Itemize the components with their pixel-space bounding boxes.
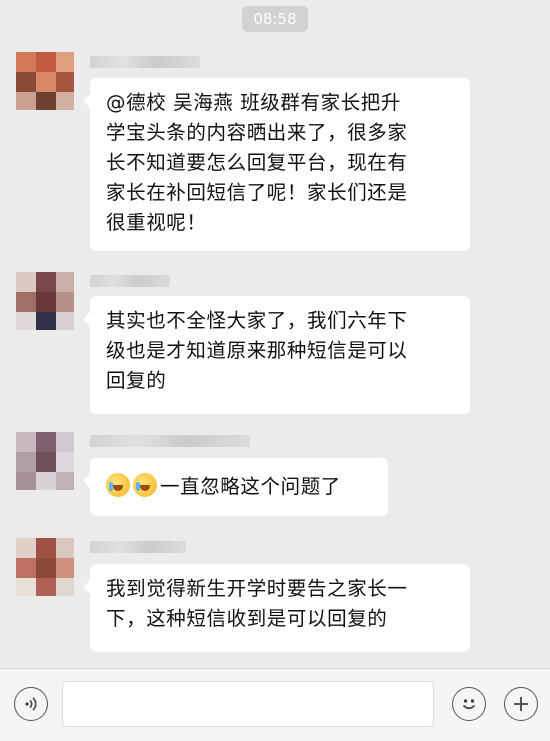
crying-laughing-emoji-icon: [133, 473, 157, 497]
message-input[interactable]: [62, 681, 434, 727]
message-line: 我到觉得新生开学时要告之家长一: [106, 577, 408, 600]
sender-name-blurred: [90, 275, 170, 287]
message-bubble[interactable]: 一直忽略这个问题了: [83, 458, 388, 516]
sender-name-blurred: [90, 56, 200, 68]
message-line: 学宝头条的内容晒出来了，很多家: [106, 121, 408, 144]
message-text: 一直忽略这个问题了: [160, 475, 341, 498]
sender-name-blurred: [90, 435, 250, 447]
message-line: 其实也不全怪大家了，我们六年下: [106, 309, 408, 332]
message-line: @德校 吴海燕 班级群有家长把升: [106, 91, 401, 114]
smiley-icon[interactable]: [452, 687, 486, 721]
avatar[interactable]: [16, 432, 74, 490]
message-line: 回复的: [106, 369, 167, 392]
voice-icon[interactable]: [14, 687, 48, 721]
message-line: 下，这种短信收到是可以回复的: [106, 607, 388, 630]
message-line: 级也是才知道原来那种短信是可以: [106, 339, 408, 362]
timestamp-badge: 08:58: [242, 6, 308, 32]
message-line: 家长在补回短信了呢！家长们还是: [106, 181, 408, 204]
message-bubble[interactable]: 其实也不全怪大家了，我们六年下 级也是才知道原来那种短信是可以 回复的: [83, 296, 470, 414]
plus-icon[interactable]: [504, 687, 538, 721]
avatar[interactable]: [16, 538, 74, 596]
avatar[interactable]: [16, 52, 74, 110]
sender-name-blurred: [90, 541, 186, 553]
crying-laughing-emoji-icon: [106, 473, 130, 497]
avatar[interactable]: [16, 272, 74, 330]
message-bubble[interactable]: @德校 吴海燕 班级群有家长把升 学宝头条的内容晒出来了，很多家 长不知道要怎么…: [83, 78, 470, 251]
message-bubble[interactable]: 我到觉得新生开学时要告之家长一 下，这种短信收到是可以回复的: [83, 564, 470, 652]
message-line: 长不知道要怎么回复平台，现在有: [106, 151, 408, 174]
message-line: 很重视呢！: [106, 211, 207, 234]
chat-input-bar: [0, 668, 550, 741]
